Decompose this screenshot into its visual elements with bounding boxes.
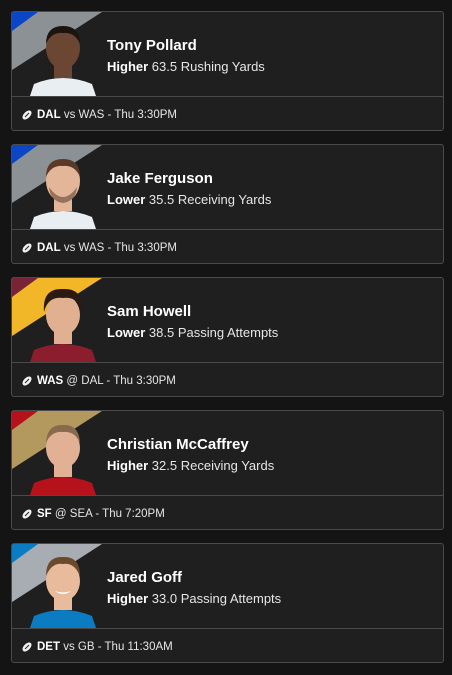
pick-stat: Passing Attempts [177, 325, 279, 340]
team-abbr: DET [37, 640, 60, 653]
game-info: DAL vs WAS - Thu 3:30PM [12, 230, 443, 263]
pick-direction: Lower [107, 192, 146, 207]
player-name: Christian McCaffrey [107, 436, 249, 453]
game-info: SF @ SEA - Thu 7:20PM [12, 496, 443, 529]
team-abbr: SF [37, 507, 52, 520]
football-icon [22, 376, 32, 385]
pick-card-header: Sam Howell Lower 38.5 Passing Attempts [12, 278, 443, 363]
team-abbr: DAL [37, 108, 61, 121]
game-info: DET vs GB - Thu 11:30AM [12, 629, 443, 662]
pick-direction: Higher [107, 458, 149, 473]
matchup-time: vs GB - Thu 11:30AM [63, 640, 173, 653]
football-icon [22, 243, 32, 252]
pick-card-header: Jared Goff Higher 33.0 Passing Attempts [12, 544, 443, 629]
player-name: Jared Goff [107, 569, 183, 586]
pick-line: Lower 35.5 Receiving Yards [107, 192, 271, 207]
matchup-time: vs WAS - Thu 3:30PM [63, 108, 177, 121]
pick-line: Higher 33.0 Passing Attempts [107, 591, 281, 606]
player-name: Jake Ferguson [107, 170, 213, 187]
pick-direction: Higher [107, 59, 149, 74]
matchup-time: @ SEA - Thu 7:20PM [54, 507, 165, 520]
player-headshot [30, 288, 96, 362]
pick-card-header: Tony Pollard Higher 63.5 Rushing Yards [12, 12, 443, 97]
football-icon [22, 642, 32, 651]
matchup-time: vs WAS - Thu 3:30PM [63, 241, 177, 254]
pick-stat: Receiving Yards [177, 192, 272, 207]
football-icon [22, 110, 32, 119]
pick-card[interactable]: Jared Goff Higher 33.0 Passing Attempts … [11, 543, 444, 663]
player-name: Tony Pollard [107, 37, 197, 54]
pick-value: 63.5 [151, 59, 178, 74]
pick-line: Higher 32.5 Receiving Yards [107, 458, 274, 473]
pick-card-header: Jake Ferguson Lower 35.5 Receiving Yards [12, 145, 443, 230]
pick-card[interactable]: Jake Ferguson Lower 35.5 Receiving Yards… [11, 144, 444, 264]
player-headshot [30, 556, 96, 628]
game-info: DAL vs WAS - Thu 3:30PM [12, 97, 443, 130]
team-abbr: WAS [37, 374, 64, 387]
team-abbr: DAL [37, 241, 61, 254]
pick-value: 38.5 [148, 325, 175, 340]
football-icon [22, 509, 32, 518]
player-headshot [30, 26, 96, 96]
player-headshot [30, 159, 96, 229]
game-info: WAS @ DAL - Thu 3:30PM [12, 363, 443, 396]
picks-list: Tony Pollard Higher 63.5 Rushing Yards D… [0, 0, 452, 675]
pick-card[interactable]: Sam Howell Lower 38.5 Passing Attempts W… [11, 277, 444, 397]
player-name: Sam Howell [107, 303, 192, 320]
pick-stat: Rushing Yards [180, 59, 265, 74]
pick-direction: Lower [107, 325, 146, 340]
pick-value: 33.0 [151, 591, 178, 606]
pick-line: Lower 38.5 Passing Attempts [107, 325, 278, 340]
pick-stat: Receiving Yards [180, 458, 275, 473]
matchup-time: @ DAL - Thu 3:30PM [66, 374, 176, 387]
pick-card[interactable]: Tony Pollard Higher 63.5 Rushing Yards D… [11, 11, 444, 131]
pick-direction: Higher [107, 591, 149, 606]
pick-value: 32.5 [151, 458, 178, 473]
pick-stat: Passing Attempts [180, 591, 282, 606]
player-headshot [30, 424, 96, 495]
pick-card[interactable]: Christian McCaffrey Higher 32.5 Receivin… [11, 410, 444, 530]
pick-line: Higher 63.5 Rushing Yards [107, 59, 265, 74]
pick-value: 35.5 [148, 192, 175, 207]
pick-card-header: Christian McCaffrey Higher 32.5 Receivin… [12, 411, 443, 496]
